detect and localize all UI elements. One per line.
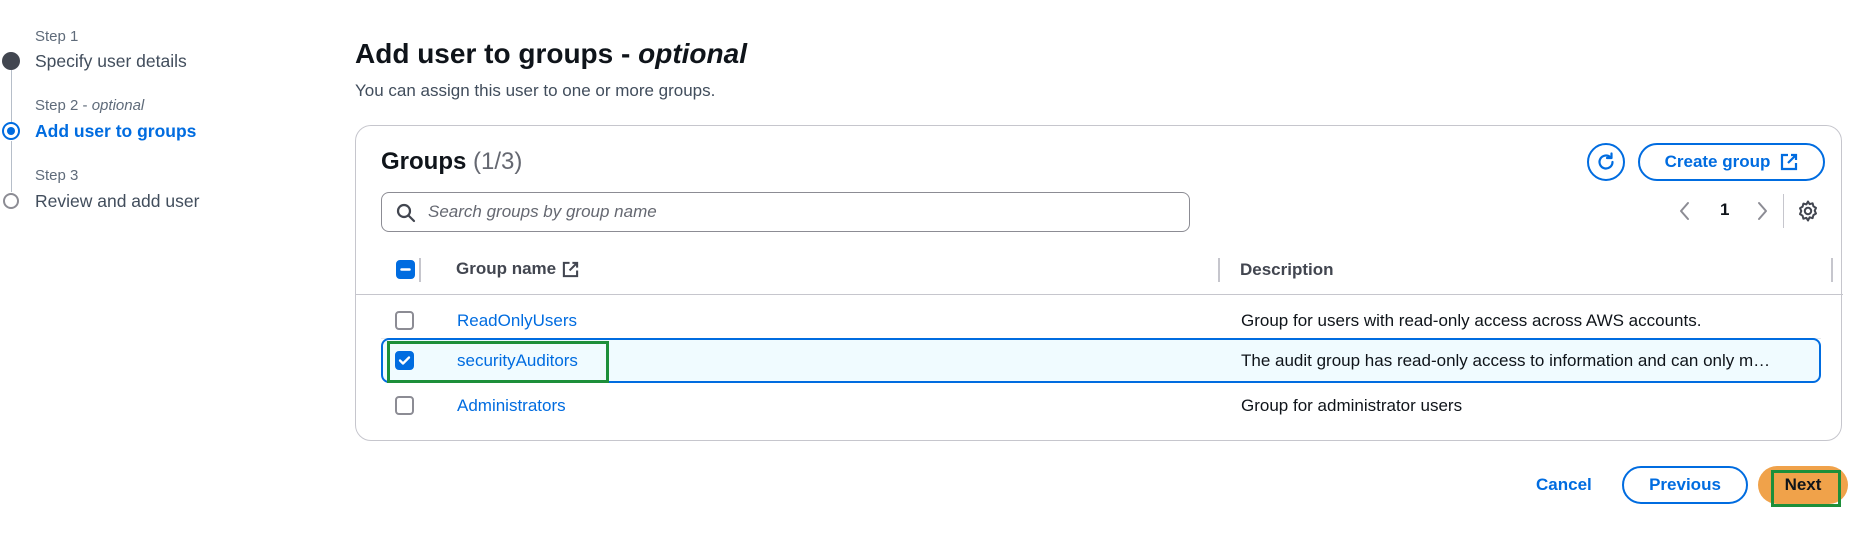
cancel-button[interactable]: Cancel: [1530, 474, 1598, 496]
step-2-number: Step 2 - optional: [35, 97, 145, 114]
groups-heading: Groups (1/3): [381, 148, 523, 175]
step-3-label: Review and add user: [35, 191, 200, 211]
table-row-selected[interactable]: securityAuditors The audit group has rea…: [381, 338, 1821, 383]
step-2-current-icon: [2, 122, 20, 140]
step-connector: [11, 70, 12, 122]
pager-divider: [1783, 194, 1784, 228]
group-name-link[interactable]: securityAuditors: [457, 351, 578, 371]
row-checkbox[interactable]: [395, 311, 414, 335]
page-description: You can assign this user to one or more …: [355, 81, 716, 100]
step-3-number: Step 3: [35, 167, 79, 184]
column-header-group-name[interactable]: Group name: [456, 259, 579, 279]
step-2-label: Add user to groups: [35, 121, 197, 141]
external-link-icon: [1781, 153, 1798, 171]
row-checkbox[interactable]: [395, 351, 414, 375]
next-button[interactable]: Next: [1758, 466, 1848, 504]
table-row[interactable]: Administrators Group for administrator u…: [381, 383, 1821, 427]
previous-button[interactable]: Previous: [1622, 466, 1748, 504]
create-group-button[interactable]: Create group: [1638, 143, 1825, 181]
table-row[interactable]: ReadOnlyUsers Group for users with read-…: [381, 298, 1821, 342]
step-1-link[interactable]: Specify user details: [35, 51, 187, 72]
row-checkbox[interactable]: [395, 396, 414, 420]
select-all-checkbox[interactable]: [396, 260, 415, 284]
step-1-complete-icon: [2, 52, 20, 70]
group-description: The audit group has read-only access to …: [1241, 351, 1771, 370]
page-title: Add user to groups - optional: [355, 38, 747, 69]
step-1-number: Step 1: [35, 28, 79, 45]
wizard-stepper: Step 1 Specify user details Step 2 - opt…: [0, 0, 300, 545]
column-separator[interactable]: [1831, 258, 1833, 282]
previous-page-icon[interactable]: [1677, 200, 1693, 222]
indeterminate-dash-icon: [400, 268, 411, 271]
search-input[interactable]: [426, 193, 1166, 231]
group-name-link[interactable]: ReadOnlyUsers: [457, 311, 577, 331]
column-separator: [419, 258, 421, 282]
group-description: Group for users with read-only access ac…: [1241, 311, 1702, 330]
checkmark-icon: [398, 356, 411, 365]
groups-table-container: Groups (1/3) Create group 1: [355, 125, 1843, 441]
groups-count: (1/3): [473, 148, 523, 175]
column-separator[interactable]: [1218, 258, 1220, 282]
step-3-pending-icon: [3, 193, 19, 209]
create-group-label: Create group: [1664, 152, 1771, 171]
refresh-icon: [1598, 152, 1614, 170]
refresh-button[interactable]: [1587, 143, 1625, 181]
settings-gear-icon[interactable]: [1796, 199, 1820, 223]
external-link-icon: [562, 261, 579, 277]
group-description: Group for administrator users: [1241, 396, 1463, 415]
next-page-icon[interactable]: [1754, 200, 1770, 222]
search-field[interactable]: [381, 192, 1190, 232]
step-connector: [11, 141, 12, 192]
group-name-link[interactable]: Administrators: [457, 396, 566, 416]
table-header: Group name Description: [356, 244, 1843, 295]
column-header-description: Description: [1240, 260, 1334, 279]
current-page-number[interactable]: 1: [1720, 200, 1729, 220]
search-icon: [396, 203, 416, 223]
